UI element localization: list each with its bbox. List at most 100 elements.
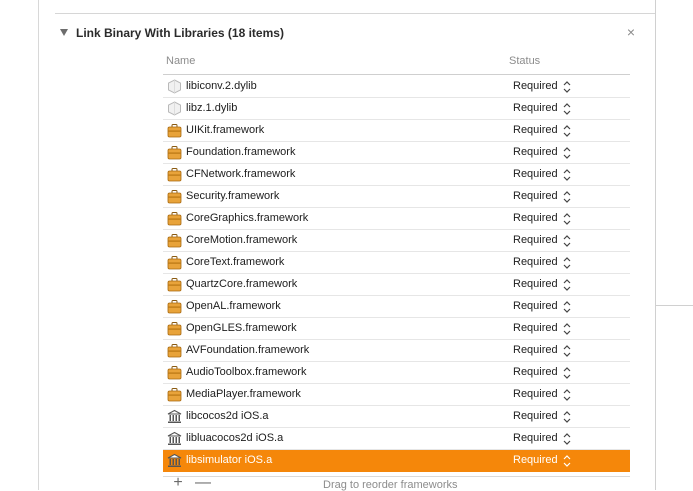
popup-chevron-icon[interactable] <box>563 300 571 314</box>
popup-chevron-icon[interactable] <box>563 388 571 402</box>
panel-left-edge <box>38 0 39 490</box>
popup-chevron-icon[interactable] <box>563 212 571 226</box>
popup-chevron-icon[interactable] <box>563 146 571 160</box>
popup-chevron-icon[interactable] <box>563 322 571 336</box>
status-popup[interactable]: Required <box>513 124 558 136</box>
column-header-status[interactable]: Status <box>509 55 540 67</box>
add-library-button[interactable]: + <box>171 475 185 491</box>
disclosure-triangle-icon[interactable] <box>60 29 68 36</box>
framework-icon <box>167 365 182 380</box>
table-row[interactable]: Security.framework Required <box>163 186 630 208</box>
library-name: libcocos2d iOS.a <box>186 410 269 422</box>
status-popup[interactable]: Required <box>513 212 558 224</box>
static-library-icon <box>167 409 182 424</box>
popup-chevron-icon[interactable] <box>563 278 571 292</box>
popup-chevron-icon[interactable] <box>563 410 571 424</box>
table-row[interactable]: OpenGLES.framework Required <box>163 318 630 340</box>
library-name: QuartzCore.framework <box>186 278 298 290</box>
library-name: libsimulator iOS.a <box>186 454 273 466</box>
library-name: CoreText.framework <box>186 256 285 268</box>
status-popup[interactable]: Required <box>513 102 558 114</box>
library-name: CoreGraphics.framework <box>186 212 309 224</box>
static-library-icon <box>167 431 182 446</box>
table-row[interactable]: MediaPlayer.framework Required <box>163 384 630 406</box>
popup-chevron-icon[interactable] <box>563 80 571 94</box>
popup-chevron-icon[interactable] <box>563 124 571 138</box>
status-popup[interactable]: Required <box>513 344 558 356</box>
table-row[interactable]: CFNetwork.framework Required <box>163 164 630 186</box>
status-popup[interactable]: Required <box>513 410 558 422</box>
status-popup[interactable]: Required <box>513 256 558 268</box>
table-row[interactable]: libluacocos2d iOS.a Required <box>163 428 630 450</box>
status-popup[interactable]: Required <box>513 388 558 400</box>
table-row[interactable]: CoreText.framework Required <box>163 252 630 274</box>
library-name: libluacocos2d iOS.a <box>186 432 284 444</box>
link-binary-phase-header[interactable]: Link Binary With Libraries (18 items) × <box>60 25 640 42</box>
table-row[interactable]: AudioToolbox.framework Required <box>163 362 630 384</box>
library-name: Foundation.framework <box>186 146 296 158</box>
library-name: CoreMotion.framework <box>186 234 298 246</box>
status-popup[interactable]: Required <box>513 322 558 334</box>
dylib-icon <box>167 101 182 116</box>
popup-chevron-icon[interactable] <box>563 432 571 446</box>
framework-icon <box>167 299 182 314</box>
build-phases-panel: Link Binary With Libraries (18 items) × … <box>0 0 656 491</box>
framework-icon <box>167 167 182 182</box>
status-popup[interactable]: Required <box>513 432 558 444</box>
framework-icon <box>167 211 182 226</box>
library-name: libiconv.2.dylib <box>186 80 257 92</box>
framework-icon <box>167 145 182 160</box>
framework-icon <box>167 255 182 270</box>
right-pane-divider <box>656 305 693 306</box>
table-footer: + — Drag to reorder frameworks <box>163 475 630 491</box>
library-name: CFNetwork.framework <box>186 168 296 180</box>
delete-phase-button[interactable]: × <box>625 25 637 39</box>
library-name: OpenGLES.framework <box>186 322 297 334</box>
table-row[interactable]: libz.1.dylib Required <box>163 98 630 120</box>
popup-chevron-icon[interactable] <box>563 344 571 358</box>
status-popup[interactable]: Required <box>513 366 558 378</box>
table-row[interactable]: UIKit.framework Required <box>163 120 630 142</box>
status-popup[interactable]: Required <box>513 190 558 202</box>
framework-icon <box>167 277 182 292</box>
table-row[interactable]: CoreMotion.framework Required <box>163 230 630 252</box>
popup-chevron-icon[interactable] <box>563 102 571 116</box>
framework-icon <box>167 123 182 138</box>
popup-chevron-icon[interactable] <box>563 454 571 468</box>
library-name: MediaPlayer.framework <box>186 388 301 400</box>
status-popup[interactable]: Required <box>513 80 558 92</box>
table-row[interactable]: AVFoundation.framework Required <box>163 340 630 362</box>
table-row[interactable]: CoreGraphics.framework Required <box>163 208 630 230</box>
table-row[interactable]: OpenAL.framework Required <box>163 296 630 318</box>
phase-title: Link Binary With Libraries (18 items) <box>76 26 284 40</box>
framework-icon <box>167 189 182 204</box>
status-popup[interactable]: Required <box>513 278 558 290</box>
library-name: AudioToolbox.framework <box>186 366 307 378</box>
framework-icon <box>167 233 182 248</box>
table-row[interactable]: Foundation.framework Required <box>163 142 630 164</box>
table-row[interactable]: libsimulator iOS.a Required <box>163 450 630 472</box>
dylib-icon <box>167 79 182 94</box>
section-divider <box>55 13 655 14</box>
static-library-icon <box>167 453 182 468</box>
column-header-name[interactable]: Name <box>166 55 195 67</box>
table-row[interactable]: libcocos2d iOS.a Required <box>163 406 630 428</box>
table-row[interactable]: libiconv.2.dylib Required <box>163 76 630 98</box>
status-popup[interactable]: Required <box>513 300 558 312</box>
status-popup[interactable]: Required <box>513 146 558 158</box>
header-divider <box>163 74 630 75</box>
popup-chevron-icon[interactable] <box>563 190 571 204</box>
remove-library-button[interactable]: — <box>195 475 211 491</box>
popup-chevron-icon[interactable] <box>563 168 571 182</box>
status-popup[interactable]: Required <box>513 168 558 180</box>
table-row[interactable]: QuartzCore.framework Required <box>163 274 630 296</box>
popup-chevron-icon[interactable] <box>563 256 571 270</box>
libraries-table: libiconv.2.dylib Required libz.1.dylib Requ… <box>163 76 630 472</box>
status-popup[interactable]: Required <box>513 454 558 466</box>
framework-icon <box>167 387 182 402</box>
status-popup[interactable]: Required <box>513 234 558 246</box>
popup-chevron-icon[interactable] <box>563 234 571 248</box>
library-name: UIKit.framework <box>186 124 265 136</box>
framework-icon <box>167 343 182 358</box>
popup-chevron-icon[interactable] <box>563 366 571 380</box>
